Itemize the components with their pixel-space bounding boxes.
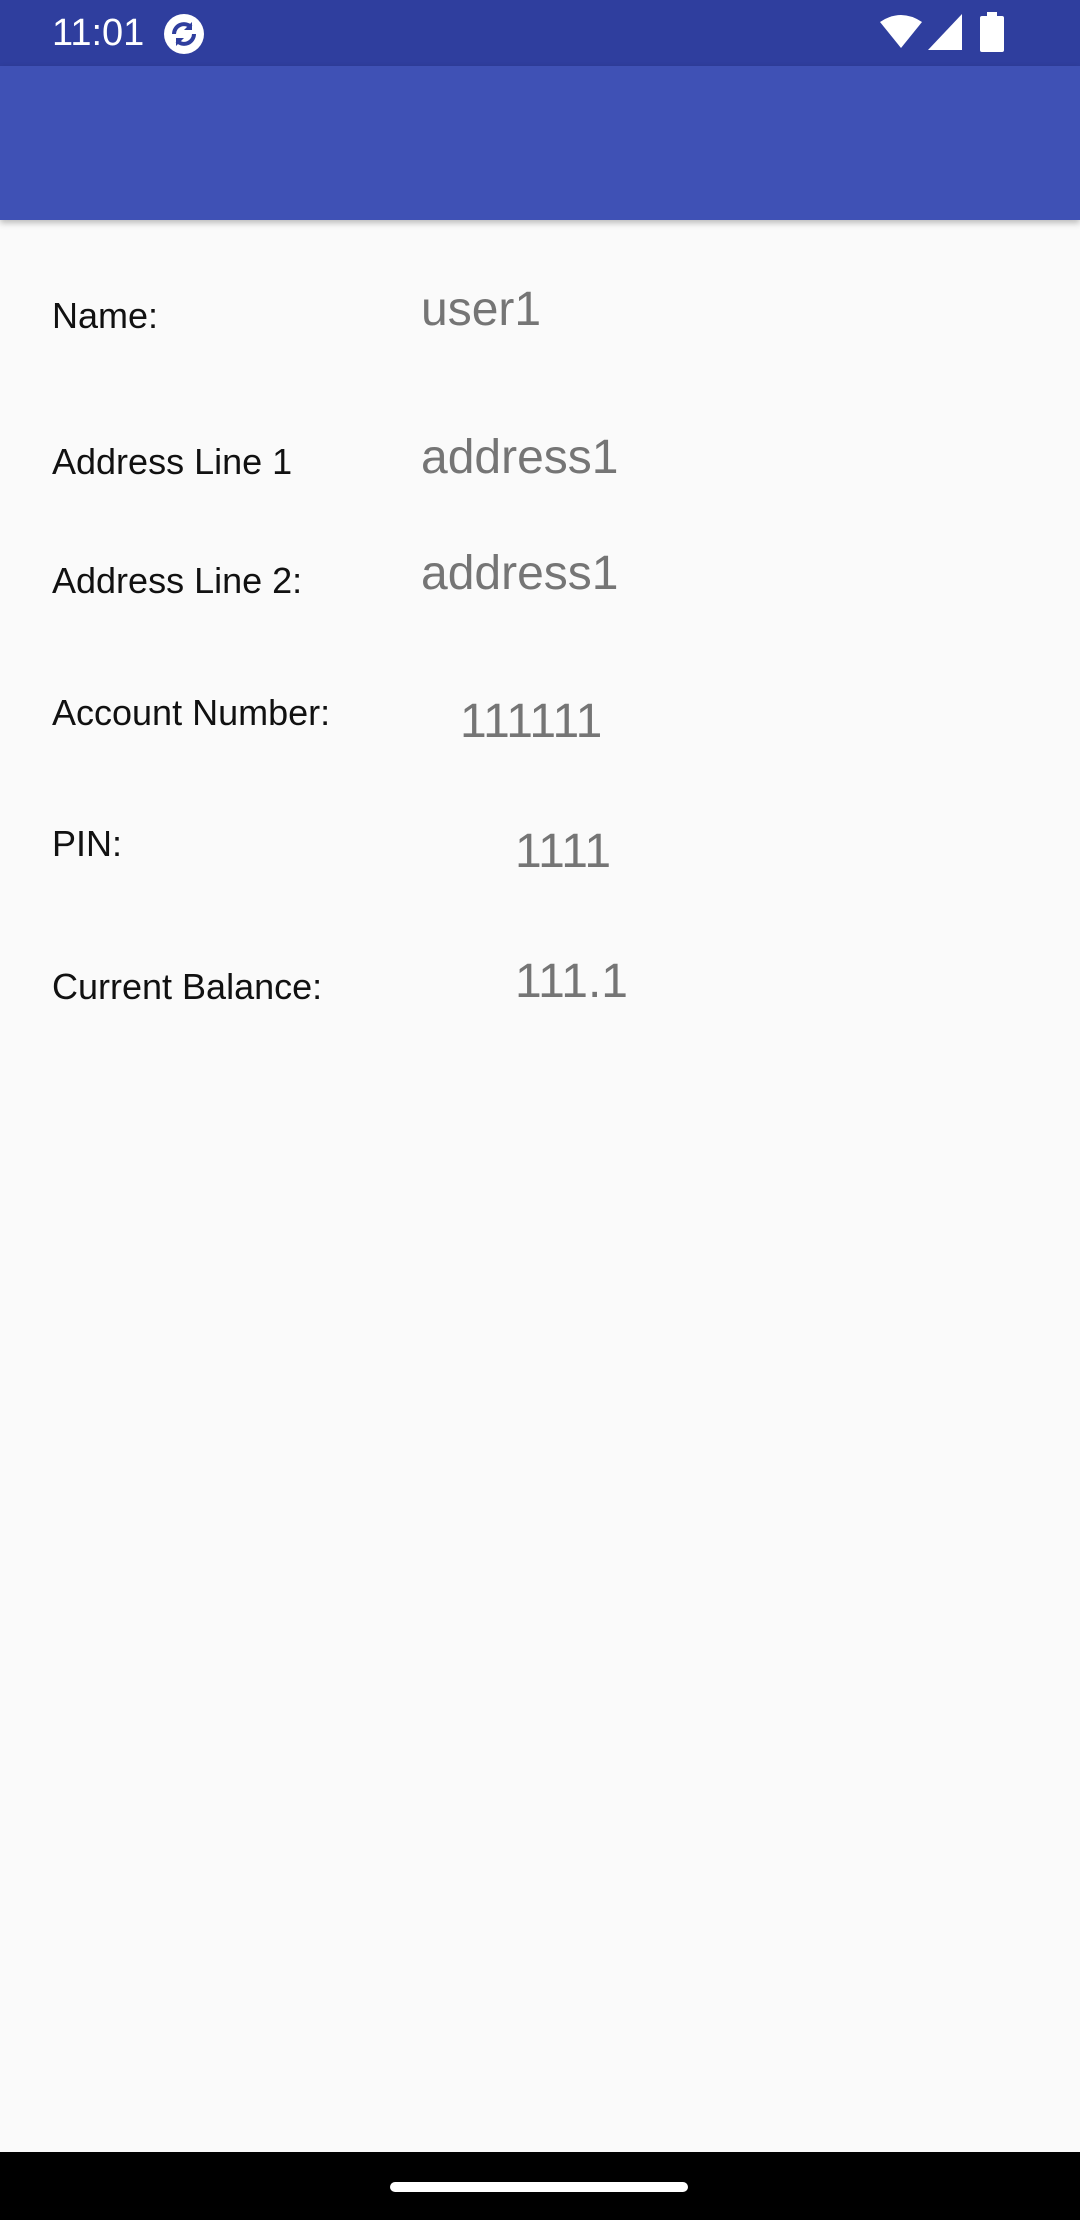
current-balance-value: 111.1 (515, 955, 628, 1008)
account-number-value: 111111 (460, 695, 603, 748)
home-gesture-handle[interactable] (390, 2182, 688, 2192)
address-line-2-label: Address Line 2: (52, 560, 303, 601)
battery-icon (980, 12, 1004, 52)
navigation-bar (0, 2152, 1080, 2220)
wifi-icon (880, 15, 922, 48)
signal-icon (928, 14, 962, 50)
address-line-1-value: address1 (421, 431, 619, 484)
app-bar (0, 66, 1080, 220)
name-label: Name: (52, 295, 159, 336)
current-balance-label: Current Balance: (52, 966, 323, 1007)
address-line-1-label: Address Line 1 (52, 441, 293, 482)
name-value: user1 (421, 283, 542, 336)
pin-value: 1111 (515, 825, 612, 878)
status-time: 11:01 (52, 12, 145, 54)
account-number-label: Account Number: (52, 692, 331, 733)
address-line-2-value: address1 (421, 547, 619, 600)
pin-label: PIN: (52, 823, 123, 864)
status-bar: 11:01 (0, 0, 1080, 66)
sync-icon (164, 14, 204, 54)
